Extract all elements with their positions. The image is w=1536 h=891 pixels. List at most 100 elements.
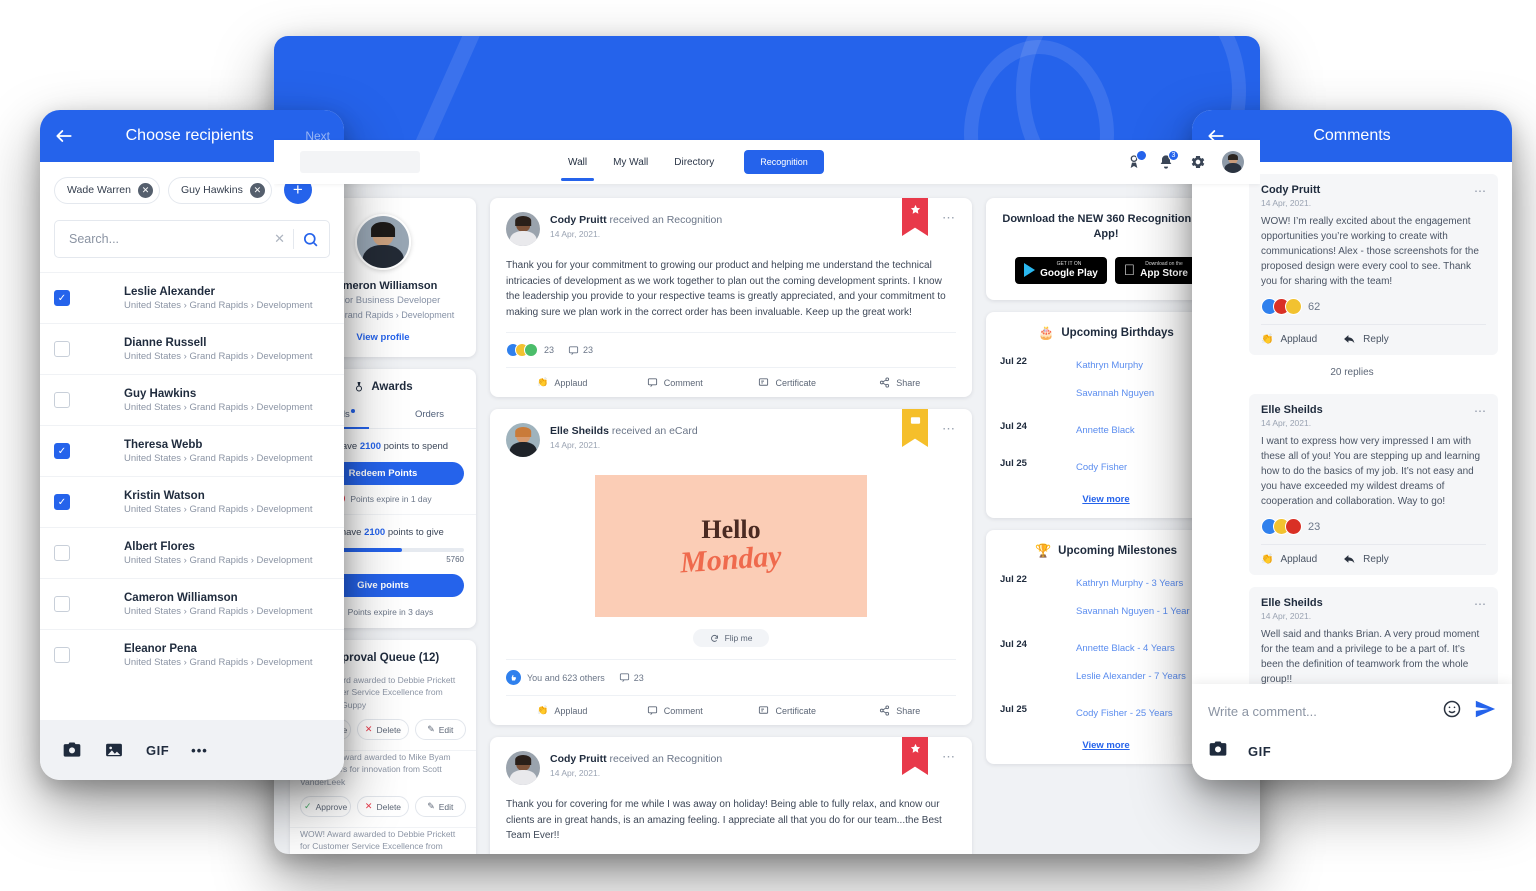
approve-button[interactable]: ✓Approve	[300, 796, 352, 818]
recipient-name: Cameron Williamson	[124, 591, 238, 604]
certificate-button[interactable]: Certificate	[731, 368, 844, 397]
applaud-button[interactable]: 👏 Applaud	[1261, 333, 1317, 346]
share-button[interactable]: Share	[844, 696, 957, 725]
comment-button[interactable]: Comment	[619, 696, 732, 725]
comment-more-button[interactable]: ⋯	[1474, 597, 1487, 611]
applaud-button[interactable]: 👏 Applaud	[506, 368, 619, 397]
ecard-line-2: Monday	[679, 539, 783, 580]
checkbox[interactable]: ✓	[54, 494, 70, 510]
list-item[interactable]: Savannah Nguyen	[1046, 379, 1212, 407]
tab-wall[interactable]: Wall	[560, 144, 595, 181]
milestones-view-more-link[interactable]: View more	[986, 736, 1226, 764]
list-item[interactable]: ✓ Theresa Webb United States › Grand Rap…	[40, 425, 344, 476]
certificate-button[interactable]: Certificate	[731, 696, 844, 725]
app-store-button[interactable]:  Download on the App Store	[1114, 256, 1197, 285]
gif-button[interactable]: GIF	[1248, 744, 1271, 759]
camera-icon[interactable]	[62, 740, 82, 760]
share-button[interactable]: Share	[844, 368, 957, 397]
recipient-name: Kristin Watson	[124, 489, 205, 502]
checkbox[interactable]	[54, 647, 70, 663]
user-avatar[interactable]	[1222, 151, 1244, 173]
camera-icon[interactable]	[1208, 739, 1228, 764]
list-item[interactable]: ✓ Kristin Watson United States › Grand R…	[40, 476, 344, 527]
checkbox[interactable]: ✓	[54, 290, 70, 306]
reaction-stack[interactable]: You and 623 others	[506, 670, 605, 685]
checkbox[interactable]	[54, 545, 70, 561]
flip-me-button[interactable]: Flip me	[693, 629, 769, 647]
list-item[interactable]: Guy Hawkins United States › Grand Rapids…	[40, 374, 344, 425]
comment-more-button[interactable]: ⋯	[1474, 404, 1487, 418]
avatar	[1046, 637, 1068, 659]
delete-button[interactable]: ✕ Delete	[357, 796, 409, 818]
recipient-chip[interactable]: Wade Warren ✕	[54, 176, 160, 204]
comment-reactions[interactable]: 62	[1261, 289, 1486, 324]
remove-chip-icon[interactable]: ✕	[138, 182, 153, 198]
trophy-icon: 🏆	[1034, 543, 1052, 559]
list-item[interactable]: Dianne Russell United States › Grand Rap…	[40, 323, 344, 374]
emoji-icon[interactable]	[1442, 699, 1462, 724]
remove-chip-icon[interactable]: ✕	[249, 182, 265, 198]
give-post: points to give	[385, 527, 444, 539]
checkbox[interactable]: ✓	[54, 443, 70, 459]
more-options-icon[interactable]: •••	[191, 743, 208, 758]
birthday-group: Jul 24 Annette Black	[986, 416, 1226, 453]
edit-button[interactable]: ✎ Edit	[414, 719, 466, 741]
google-play-text: GET IT ON Google Play	[1040, 261, 1098, 279]
tab-directory[interactable]: Directory	[672, 144, 716, 181]
send-icon[interactable]	[1474, 698, 1496, 725]
birthdays-view-more-link[interactable]: View more	[986, 490, 1226, 518]
reaction-stack[interactable]: 23	[506, 343, 554, 357]
edit-button[interactable]: ✎ Edit	[414, 796, 466, 818]
list-item[interactable]: Cameron Williamson United States › Grand…	[40, 578, 344, 629]
clear-search-icon[interactable]: ✕	[274, 231, 285, 247]
list-item[interactable]: Eleanor Pena United States › Grand Rapid…	[40, 629, 344, 680]
list-item[interactable]: Cody Fisher	[1046, 453, 1212, 481]
list-item[interactable]: Albert Flores United States › Grand Rapi…	[40, 527, 344, 578]
reply-button[interactable]: Reply	[1343, 553, 1389, 566]
post-more-button[interactable]: ⋯	[942, 749, 956, 765]
spend-post: points to spend	[380, 441, 449, 453]
reply-button[interactable]: Reply	[1343, 333, 1389, 346]
list-item[interactable]: Kathryn Murphy - 3 Years	[1046, 569, 1212, 597]
award-icon[interactable]	[1126, 150, 1147, 170]
checkbox[interactable]	[54, 596, 70, 612]
list-item[interactable]: Kathryn Murphy	[1046, 351, 1212, 379]
applaud-button[interactable]: 👏 Applaud	[506, 696, 619, 725]
gif-button[interactable]: GIF	[146, 743, 169, 758]
back-arrow-icon[interactable]	[54, 126, 74, 146]
comment-count-group[interactable]: 23	[619, 672, 644, 683]
photo-library-icon[interactable]	[104, 740, 124, 760]
applaud-button[interactable]: 👏 Applaud	[1261, 553, 1317, 566]
comment-item: ⋯ Elle Sheilds 14 Apr, 2021. I want to e…	[1192, 382, 1512, 575]
list-item[interactable]: ✓ Leslie Alexander United States › Grand…	[40, 272, 344, 323]
list-item[interactable]: Annette Black	[1046, 416, 1212, 444]
checkbox[interactable]	[54, 392, 70, 408]
comment-input[interactable]	[1208, 704, 1430, 719]
comment-reactions[interactable]: 23	[1261, 509, 1486, 544]
search-icon[interactable]	[302, 231, 319, 248]
list-item[interactable]: Savannah Nguyen - 1 Year	[1046, 597, 1212, 625]
recognition-button[interactable]: Recognition	[744, 150, 824, 174]
checkbox[interactable]	[54, 341, 70, 357]
list-item[interactable]: Cody Fisher - 25 Years	[1046, 699, 1212, 727]
view-replies-link[interactable]: 20 replies	[1192, 355, 1512, 382]
list-item[interactable]: Leslie Alexander - 7 Years	[1046, 662, 1212, 690]
bell-icon[interactable]: 3	[1158, 150, 1179, 170]
tab-my-wall[interactable]: My Wall	[611, 144, 650, 181]
ecard-image: Hello Monday	[595, 475, 867, 617]
recipient-location: United States › Grand Rapids › Developme…	[124, 503, 313, 515]
google-play-button[interactable]: GET IT ON Google Play	[1015, 256, 1107, 285]
recipient-chip[interactable]: Guy Hawkins ✕	[168, 176, 272, 204]
comment-more-button[interactable]: ⋯	[1474, 184, 1487, 198]
post-more-button[interactable]: ⋯	[942, 210, 956, 226]
app-logo[interactable]	[300, 151, 420, 173]
comment-actions: 👏 Applaud Reply	[1261, 324, 1486, 355]
delete-button[interactable]: ✕ Delete	[357, 719, 409, 741]
gear-icon[interactable]	[1190, 154, 1206, 170]
post-more-button[interactable]: ⋯	[942, 421, 956, 437]
list-item[interactable]: Annette Black - 4 Years	[1046, 634, 1212, 662]
search-input[interactable]	[69, 232, 267, 246]
comment-count-group[interactable]: 23	[568, 345, 593, 356]
tab-orders[interactable]: Orders	[383, 403, 476, 428]
comment-button[interactable]: Comment	[619, 368, 732, 397]
